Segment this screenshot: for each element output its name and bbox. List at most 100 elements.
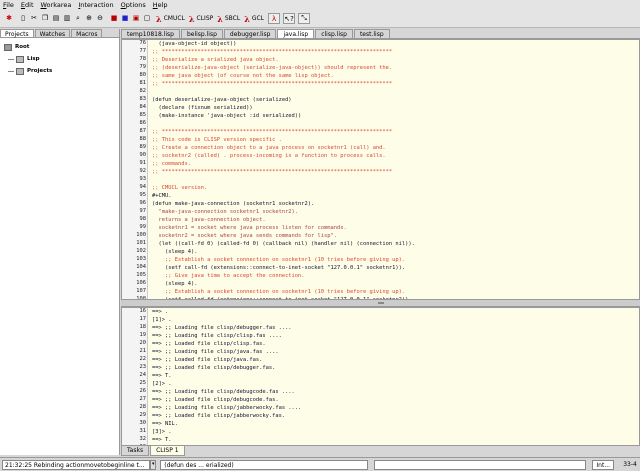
cmucl-button[interactable]: λ CMUCL — [156, 13, 185, 25]
line-number: 103 — [136, 256, 146, 262]
line-number: 16 — [139, 308, 147, 314]
code-line: [1]> . — [152, 317, 172, 323]
menu-edit[interactable]: Edit — [21, 1, 34, 9]
tab-tasks[interactable]: Tasks — [121, 446, 150, 456]
menu-file[interactable]: File — [3, 1, 14, 9]
line-number: 24 — [139, 372, 147, 378]
tree-expander-icon[interactable] — [8, 70, 14, 72]
run-icon[interactable]: ▣ — [131, 13, 141, 24]
code-line: ==> ;; Loading file clisp/jabberwocky.fa… — [152, 405, 302, 411]
line-number: 98 — [139, 216, 147, 222]
lang-label: GCL — [251, 15, 265, 22]
line-number: 83 — [139, 96, 147, 102]
line-number: 29 — [139, 412, 147, 418]
status-message: 21:32:25 Rebinding actionmovetobeginline… — [2, 459, 151, 470]
code-line: ;; Give java time to accept the connecti… — [152, 273, 305, 279]
code-line: (sleep 4). — [152, 249, 198, 255]
editor-area: temp10818.lisp belisp.lisp debugger.lisp ja… — [121, 29, 640, 304]
tree-label: Projects — [27, 68, 53, 74]
editor-tab[interactable]: temp10818.lisp — [121, 29, 180, 38]
editor-tabs: temp10818.lisp belisp.lisp debugger.lisp ja… — [121, 29, 640, 39]
line-number: 101 — [136, 240, 146, 246]
editor-tab[interactable]: test.lisp — [353, 29, 390, 38]
zoom-out-icon[interactable]: ⊖ — [95, 13, 105, 24]
tree-expander-icon[interactable] — [8, 58, 14, 60]
menu-interaction[interactable]: Interaction — [78, 1, 113, 9]
tree-node-projects[interactable]: Projects — [4, 65, 119, 77]
help-pointer-icon[interactable]: ↖? — [283, 13, 296, 24]
left-tabs: Projects Watches Macros — [0, 29, 119, 38]
line-number: 106 — [136, 280, 146, 286]
input-field[interactable] — [373, 459, 587, 470]
record-icon[interactable]: ■ — [120, 13, 130, 24]
line-number: 94 — [139, 184, 147, 190]
step-icon[interactable]: ▢ — [142, 13, 152, 24]
code-line: ==> ;; Loading file clisp/debugcode.fas … — [152, 389, 295, 395]
find-icon[interactable]: ⌕ — [73, 13, 83, 24]
line-number: 93 — [139, 176, 147, 182]
code-line: ;; Deserialize a srialized java object. — [152, 57, 279, 63]
code-line: ==> ;; Loaded file clisp/debugcode.fas. — [152, 397, 279, 403]
split-divider[interactable] — [121, 299, 640, 307]
listener-tabs: Tasks CLISP 1 — [121, 446, 640, 456]
cut-icon[interactable]: ✂ — [29, 13, 39, 24]
menu-options[interactable]: Options — [121, 1, 146, 9]
editor-tab[interactable]: java.lisp — [277, 29, 315, 38]
code-line: ;; This code is CLISP version specific . — [152, 137, 282, 143]
editor-tab[interactable]: clisp.lisp — [315, 29, 353, 38]
line-number: 21 — [139, 348, 147, 354]
code-line: ;; CMUCL version. — [152, 185, 208, 191]
code-editor[interactable]: 76 (java-object-id object)) 77 ;; ********… — [121, 39, 640, 304]
paste-icon[interactable]: ▤ — [51, 13, 61, 24]
code-line: ==> ;; Loading file clisp/debugger.fas .… — [152, 325, 292, 331]
zoom-in-icon[interactable]: ⊕ — [84, 13, 94, 24]
line-number: 28 — [139, 404, 147, 410]
tab-projects[interactable]: Projects — [0, 29, 34, 38]
tree-node-root[interactable]: Root — [4, 41, 119, 53]
line-number: 104 — [136, 264, 146, 270]
tab-macros[interactable]: Macros — [71, 29, 103, 38]
code-line: ;; same java object (of course not the s… — [152, 73, 334, 79]
new-icon[interactable]: ▯ — [18, 13, 28, 24]
code-line: ;; commands. — [152, 161, 191, 167]
lang-label: CMUCL — [163, 15, 185, 22]
code-line: ==> ;; Loading file clisp/java.fas .... — [152, 349, 279, 355]
code-line: returns a java-connection object. — [152, 217, 266, 223]
print-icon[interactable]: ▥ — [62, 13, 72, 24]
code-line: (defun make-java-connection (socketnr1 s… — [152, 201, 315, 207]
gcl-button[interactable]: λ GCL — [244, 13, 264, 25]
editor-tab[interactable]: debugger.lisp — [223, 29, 277, 38]
shrink-icon[interactable]: ⤡ — [298, 13, 311, 24]
tab-watches[interactable]: Watches — [34, 29, 71, 38]
code-line: (sleep 4). — [152, 281, 198, 287]
line-number: 26 — [139, 388, 147, 394]
mode-indicator: Int... — [592, 459, 615, 470]
copy-icon[interactable]: ❐ — [40, 13, 50, 24]
line-number: 100 — [136, 232, 146, 238]
clisp-button[interactable]: λ CLISP — [189, 13, 213, 25]
lang-label: CLISP — [196, 15, 214, 22]
editor-tab[interactable]: belisp.lisp — [180, 29, 223, 38]
tab-clisp-1[interactable]: CLISP 1 — [150, 446, 185, 456]
stop-icon[interactable]: ■ — [109, 13, 119, 24]
lambda-box-icon[interactable]: λ — [268, 13, 281, 24]
code-line: ==> T. — [152, 373, 172, 379]
code-line: [3]> . — [152, 429, 172, 435]
current-form: (defun des ... erialized) — [160, 459, 368, 470]
code-line: ;; socketnr2 (called) . process-incoming… — [152, 153, 386, 159]
line-number: 107 — [136, 288, 146, 294]
line-number: 25 — [139, 380, 147, 386]
tree-node-lisp[interactable]: Lisp — [4, 53, 119, 65]
menu-help[interactable]: Help — [153, 1, 168, 9]
folder-icon — [4, 43, 12, 51]
menu-workarea[interactable]: Workarea — [41, 1, 72, 9]
line-number: 76 — [139, 40, 147, 46]
line-number: 92 — [139, 168, 147, 174]
code-line: ;; *************************************… — [152, 129, 393, 135]
chevron-down-icon[interactable]: ▾ — [150, 459, 157, 470]
lisp-listener[interactable]: 16 ==> . 17 [1]> . 18 ==> ;; Loading file cli… — [121, 307, 640, 446]
bug-icon[interactable]: ✱ — [4, 13, 14, 24]
sbcl-button[interactable]: λ SBCL — [217, 13, 240, 25]
cursor-position: 33-4 — [623, 460, 637, 468]
line-number: 96 — [139, 200, 147, 206]
